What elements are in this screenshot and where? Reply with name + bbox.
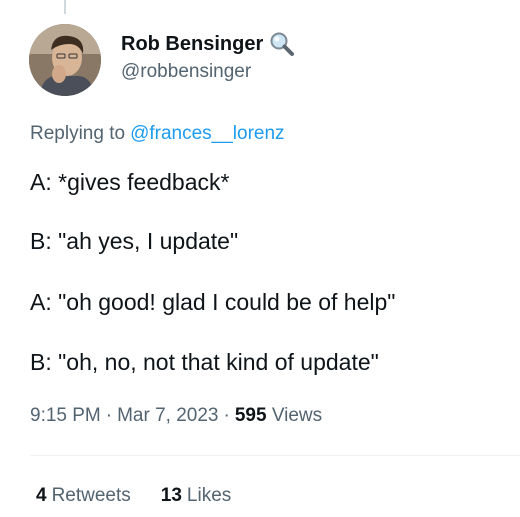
reply-mention-link[interactable]: @frances__lorenz: [130, 123, 284, 144]
avatar[interactable]: [29, 24, 101, 96]
author-name[interactable]: Rob Bensinger: [121, 31, 295, 57]
likes-label: Likes: [186, 485, 232, 506]
magnifying-glass-icon: [269, 31, 295, 57]
likes-count: 13: [160, 485, 182, 506]
divider: [30, 455, 520, 456]
views-label: Views: [271, 405, 323, 426]
retweets-stat[interactable]: 4 Retweets: [36, 484, 131, 508]
tweet-text-line-3: A: "oh good! glad I could be of help": [30, 289, 396, 315]
likes-stat[interactable]: 13 Likes: [161, 484, 232, 508]
tweet-meta: 9:15 PM · Mar 7, 2023 · 595 Views: [30, 404, 322, 428]
meta-separator: ·: [105, 405, 113, 426]
replying-to-label: Replying to: [30, 123, 126, 144]
author-handle[interactable]: @robbensinger: [121, 60, 251, 84]
tweet-text-line-1: A: *gives feedback*: [30, 169, 230, 195]
tweet-text-line-2: B: "ah yes, I update": [30, 228, 239, 254]
tweet-text-line-4: B: "oh, no, not that kind of update": [30, 349, 379, 375]
tweet-time[interactable]: 9:15 PM: [30, 405, 101, 426]
retweets-count: 4: [36, 485, 47, 506]
avatar-photo: [29, 24, 101, 96]
author-name-text[interactable]: Rob Bensinger: [121, 32, 263, 56]
engagement-stats: 4 Retweets 13 Likes: [36, 484, 231, 508]
thread-connector-line: [64, 0, 66, 14]
meta-separator: ·: [223, 405, 230, 426]
views-count: 595: [234, 405, 267, 426]
tweet-date[interactable]: Mar 7, 2023: [117, 405, 218, 426]
retweets-label: Retweets: [51, 485, 131, 506]
replying-to: Replying to @frances__lorenz: [30, 122, 285, 146]
